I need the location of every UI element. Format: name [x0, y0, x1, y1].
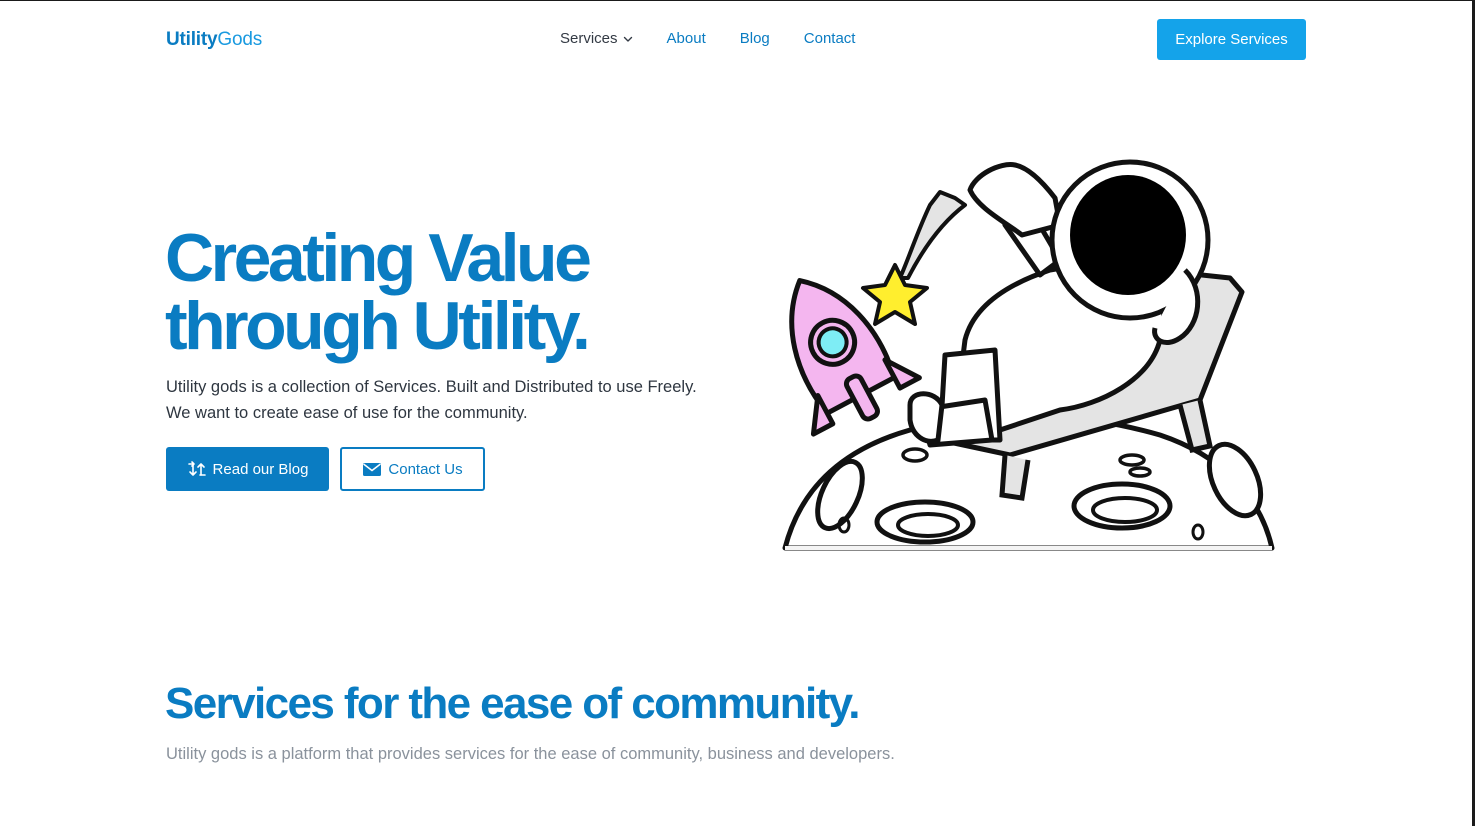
mail-icon [363, 463, 382, 476]
nav-blog-link[interactable]: Blog [740, 30, 770, 47]
nav-about-link[interactable]: About [667, 30, 706, 47]
read-blog-label: Read our Blog [212, 460, 309, 478]
chevron-down-icon [623, 36, 632, 42]
window-top-border [0, 0, 1475, 1]
astronaut-illustration [782, 159, 1275, 551]
services-section-description: Utility gods is a platform that provides… [166, 745, 895, 763]
site-logo[interactable]: UtilityGods [166, 29, 262, 51]
contact-us-label: Contact Us [388, 460, 463, 478]
main-nav: Services About Blog Contact [560, 30, 855, 47]
hero-description: Utility gods is a collection of Services… [166, 378, 697, 422]
explore-services-button[interactable]: Explore Services [1157, 19, 1306, 60]
logo-text-light: Gods [217, 29, 263, 50]
nav-services-label: Services [560, 30, 618, 47]
read-blog-button[interactable]: Read our Blog [166, 447, 329, 491]
arrows-exchange-icon [187, 461, 206, 476]
nav-services-dropdown[interactable]: Services [560, 30, 633, 47]
hero-title: Creating Value through Utility. [165, 224, 725, 360]
contact-us-button[interactable]: Contact Us [340, 447, 485, 491]
hero-title-line-2: through Utility. [165, 288, 591, 364]
hero-title-line-1: Creating Value [165, 220, 592, 296]
services-section-title: Services for the ease of community. [165, 679, 861, 728]
logo-text-bold: Utility [166, 29, 218, 50]
nav-contact-link[interactable]: Contact [804, 30, 856, 47]
